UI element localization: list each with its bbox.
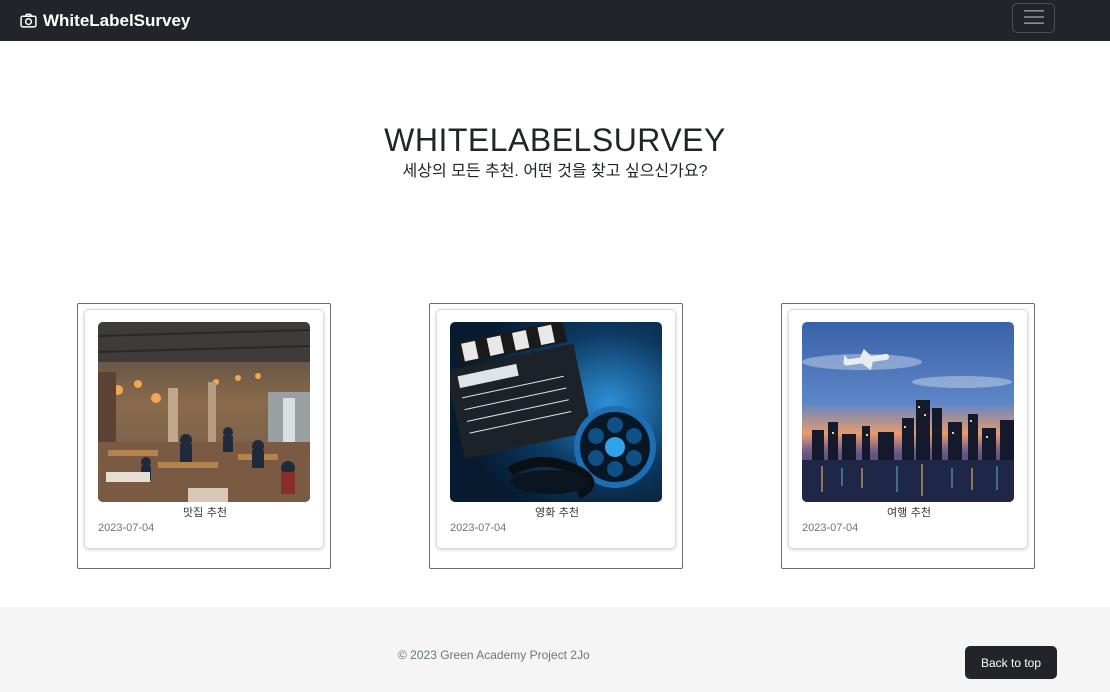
category-card-travel[interactable]: 여행 추천 2023-07-04: [788, 309, 1028, 549]
card-date: 2023-07-04: [450, 522, 507, 534]
card-title: 여행 추천: [887, 506, 931, 519]
top-navbar: WhiteLabelSurvey: [0, 0, 1110, 41]
page-footer: © 2023 Green Academy Project 2Jo Back to…: [0, 607, 1110, 692]
page-title: WHITELABELSURVEY: [384, 122, 726, 158]
card-frame-restaurant: 맛집 추천 2023-07-04: [77, 303, 331, 569]
camera-icon: [20, 12, 37, 29]
card-frame-movie: 영화 추천 2023-07-04: [429, 303, 683, 569]
page-subtitle: 세상의 모든 추천. 어떤 것을 찾고 싶으신가요?: [402, 163, 708, 180]
card-title: 영화 추천: [535, 506, 579, 519]
card-frame-travel: 여행 추천 2023-07-04: [781, 303, 1035, 569]
brand-link[interactable]: WhiteLabelSurvey: [20, 0, 190, 41]
brand-text: WhiteLabelSurvey: [43, 10, 191, 30]
restaurant-image[interactable]: [98, 322, 310, 502]
back-to-top-button[interactable]: Back to top: [965, 646, 1057, 679]
hero-section: WHITELABELSURVEY 세상의 모든 추천. 어떤 것을 찾고 싶으신…: [0, 110, 1110, 182]
card-date: 2023-07-04: [802, 522, 859, 534]
copyright-text: © 2023 Green Academy Project 2Jo: [398, 648, 590, 662]
hamburger-menu-icon: [1023, 8, 1045, 29]
category-card-restaurant[interactable]: 맛집 추천 2023-07-04: [84, 309, 324, 549]
card-date: 2023-07-04: [98, 522, 155, 534]
movie-image[interactable]: [450, 322, 662, 502]
card-title: 맛집 추천: [183, 506, 227, 519]
travel-image[interactable]: [802, 322, 1014, 502]
category-card-movie[interactable]: 영화 추천 2023-07-04: [436, 309, 676, 549]
navbar-toggle-button[interactable]: [1012, 3, 1055, 33]
